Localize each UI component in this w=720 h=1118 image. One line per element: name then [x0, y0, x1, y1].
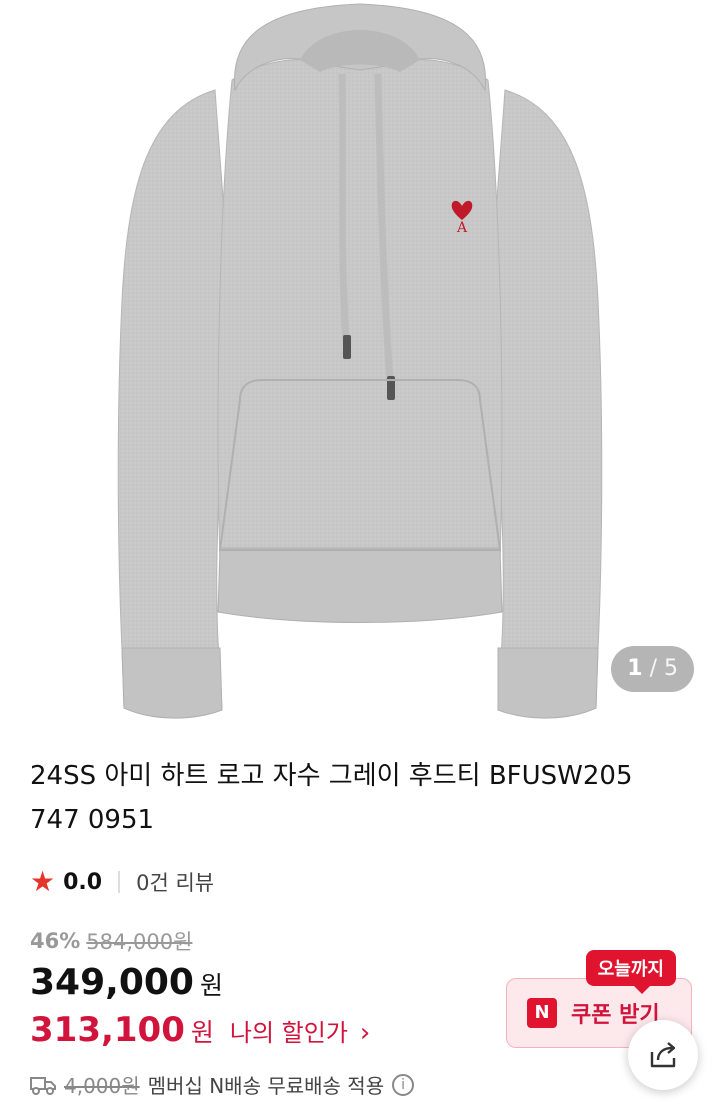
rating-row[interactable]: ★ 0.0 0건 리뷰: [30, 866, 214, 898]
discount-percent: 46%: [30, 929, 81, 953]
image-counter-total: 5: [664, 656, 678, 681]
svg-text:A: A: [456, 220, 468, 236]
rating-divider: [118, 871, 121, 893]
naver-n-badge: N: [527, 998, 557, 1028]
original-price: 584,000원: [86, 930, 193, 954]
original-price-row: 46% 584,000원: [30, 926, 192, 956]
share-icon: [650, 1042, 676, 1068]
rating-score: 0.0: [63, 869, 103, 895]
product-image-gallery[interactable]: A 1 / 5: [0, 0, 720, 728]
shipping-info-row: 4,000원 멤버십 N배송 무료배송 적용 i: [30, 1070, 415, 1099]
image-counter-current: 1: [627, 656, 643, 681]
original-shipping-fee: 4,000원: [64, 1074, 140, 1098]
my-price-link[interactable]: 313,100 원 나의 할인가 ›: [30, 1010, 370, 1050]
my-price-currency: 원: [190, 1018, 214, 1047]
info-icon[interactable]: i: [392, 1073, 415, 1096]
product-title: 24SS 아미 하트 로고 자수 그레이 후드티 BFUSW205 747 09…: [30, 761, 633, 835]
sale-price-currency: 원: [199, 971, 223, 1000]
image-counter-separator: /: [649, 656, 657, 681]
star-icon: ★: [30, 865, 56, 898]
shipping-text: 멤버십 N배송 무료배송 적용: [147, 1074, 385, 1098]
my-price: 313,100: [30, 1010, 185, 1050]
hoodie-product-image: A: [117, 3, 603, 719]
truck-icon: [30, 1076, 56, 1095]
review-count-link[interactable]: 0건 리뷰: [136, 867, 214, 897]
sale-price-row: 349,000 원: [30, 962, 223, 1003]
sale-price: 349,000: [30, 962, 194, 1003]
image-counter: 1 / 5: [611, 646, 694, 692]
share-button[interactable]: [628, 1020, 698, 1090]
my-price-label: 나의 할인가: [229, 1019, 348, 1047]
coupon-deadline-badge: 오늘까지: [585, 950, 676, 994]
chevron-right-icon: ›: [359, 1018, 371, 1048]
